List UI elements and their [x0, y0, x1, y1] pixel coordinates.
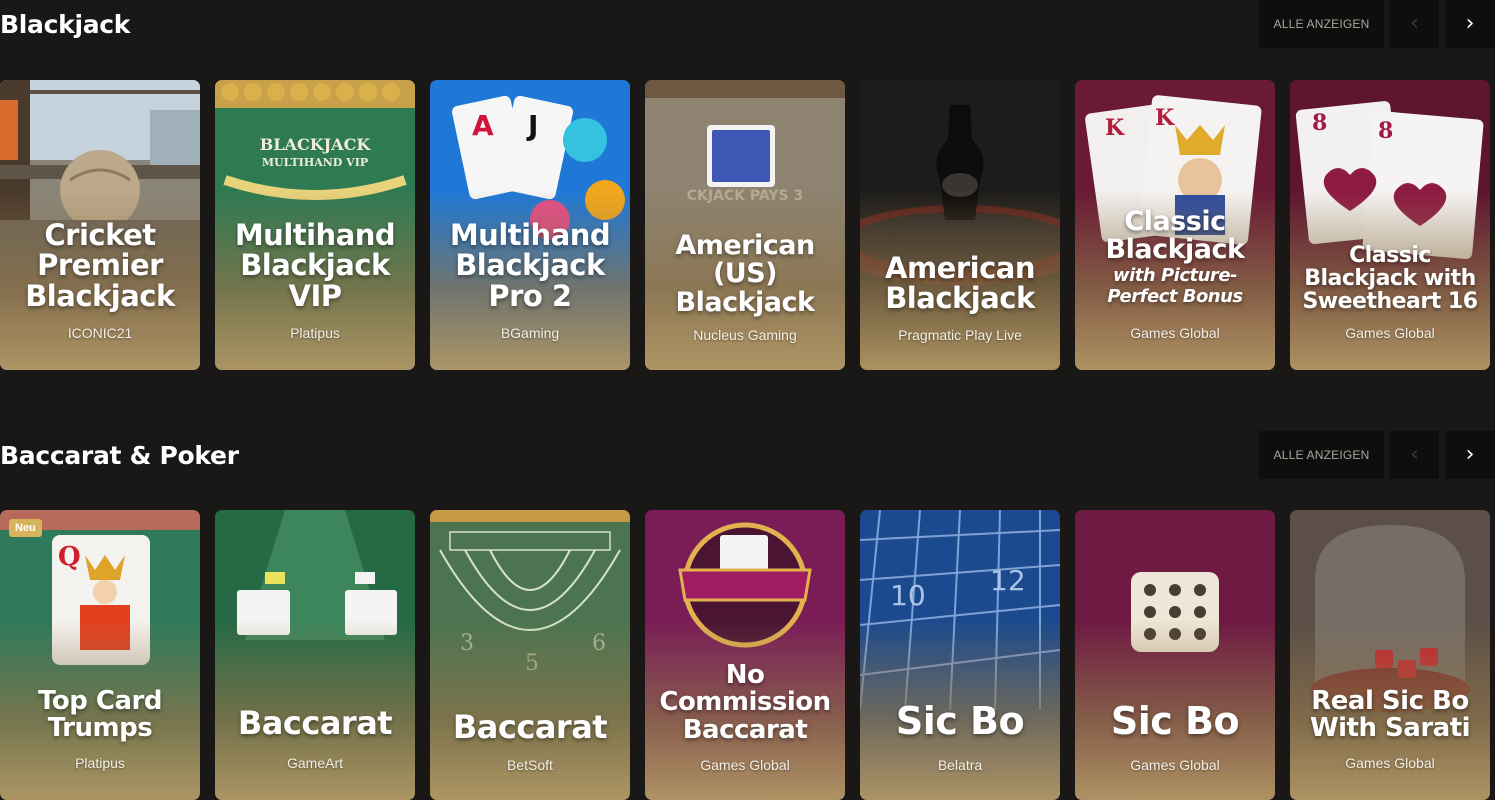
game-card[interactable]: 10 12 Sic Bo Belatra	[860, 510, 1060, 800]
game-card[interactable]: 3 5 6 Baccarat BetSoft	[430, 510, 630, 800]
svg-text:J: J	[526, 109, 538, 142]
section-title: Blackjack	[0, 10, 131, 39]
show-all-button[interactable]: ALLE ANZEIGEN	[1259, 431, 1384, 479]
game-card[interactable]: No Commission Baccarat Games Global	[645, 510, 845, 800]
game-title: American (US) Blackjack	[675, 230, 815, 318]
next-button[interactable]: ›	[1445, 0, 1495, 48]
svg-text:A: A	[472, 109, 494, 142]
game-provider: GameArt	[286, 755, 343, 771]
game-card[interactable]: BLACKJACK MULTIHAND VIP Multihand Blackj…	[215, 80, 415, 370]
game-provider: Games Global	[700, 757, 790, 773]
game-card[interactable]: Q Neu Top Card Trumps Platipus	[0, 510, 200, 800]
game-title: Sic Bo	[1110, 699, 1240, 743]
game-card[interactable]: Cricket Premier Blackjack ICONIC21	[0, 80, 200, 370]
game-title-main: Classic Blackjack	[1105, 206, 1245, 266]
game-title: Multihand Blackjack VIP	[234, 218, 396, 313]
prev-button[interactable]: ‹	[1390, 0, 1439, 48]
game-title: No Commission Baccarat	[659, 660, 831, 745]
game-card[interactable]: CKJACK PAYS 3 American (US) Blackjack Nu…	[645, 80, 845, 370]
svg-text:Q: Q	[58, 542, 81, 572]
svg-text:MULTIHAND VIP: MULTIHAND VIP	[262, 156, 368, 169]
section-baccarat-poker: Baccarat & Poker ALLE ANZEIGEN ‹ › Q Neu	[0, 431, 1495, 800]
game-provider: Nucleus Gaming	[693, 327, 797, 343]
new-badge: Neu	[9, 519, 42, 537]
game-carousel: Cricket Premier Blackjack ICONIC21 BLACK…	[0, 80, 1495, 370]
game-card[interactable]: 8 8 Classic Blackjack with Sweetheart 16…	[1290, 80, 1490, 370]
game-provider: Games Global	[1130, 325, 1220, 341]
svg-text:12: 12	[990, 564, 1026, 597]
chevron-right-icon: ›	[1465, 11, 1475, 36]
game-provider: Platipus	[290, 325, 340, 341]
chevron-left-icon: ‹	[1410, 11, 1419, 36]
game-card[interactable]: Sic Bo Games Global	[1075, 510, 1275, 800]
game-title: Baccarat	[452, 708, 608, 746]
game-title: Multihand Blackjack Pro 2	[449, 218, 611, 313]
next-button[interactable]: ›	[1445, 431, 1495, 479]
game-title: American Blackjack	[885, 251, 1035, 316]
game-card[interactable]: Baccarat GameArt	[215, 510, 415, 800]
svg-text:10: 10	[890, 579, 926, 612]
game-title: Classic Blackjack with Picture-Perfect B…	[1081, 206, 1269, 308]
svg-text:8: 8	[1378, 118, 1393, 144]
game-provider: BGaming	[500, 325, 560, 341]
game-provider: Games Global	[1345, 755, 1435, 771]
game-provider: Belatra	[937, 757, 983, 773]
prev-button[interactable]: ‹	[1390, 431, 1439, 479]
game-provider: Platipus	[75, 755, 125, 771]
game-title: Sic Bo	[895, 699, 1025, 743]
svg-text:8: 8	[1312, 110, 1327, 136]
game-title: Baccarat	[237, 704, 393, 742]
game-card[interactable]: Real Sic Bo With Sarati Games Global	[1290, 510, 1490, 800]
game-title: Real Sic Bo With Sarati	[1309, 686, 1471, 744]
game-title-sub: with Picture-Perfect Bonus	[1107, 264, 1243, 308]
chevron-right-icon: ›	[1465, 442, 1475, 467]
svg-text:K: K	[1105, 115, 1125, 141]
svg-text:BLACKJACK: BLACKJACK	[260, 135, 372, 154]
game-provider: ICONIC21	[67, 325, 133, 341]
game-provider: Pragmatic Play Live	[898, 327, 1022, 343]
section-title: Baccarat & Poker	[0, 441, 239, 470]
svg-text:K: K	[1155, 105, 1175, 131]
game-title: Classic Blackjack with Sweetheart 16	[1302, 243, 1478, 315]
game-carousel: Q Neu Top Card Trumps Platipus Baccarat …	[0, 510, 1495, 800]
game-card[interactable]: A J Multihand Blackjack Pro 2 BGaming	[430, 80, 630, 370]
game-provider: Games Global	[1345, 325, 1435, 341]
show-all-button[interactable]: ALLE ANZEIGEN	[1259, 0, 1384, 48]
chevron-left-icon: ‹	[1410, 442, 1419, 467]
section-blackjack: Blackjack ALLE ANZEIGEN ‹ › Cricket Prem…	[0, 0, 1495, 380]
game-card[interactable]: American Blackjack Pragmatic Play Live	[860, 80, 1060, 370]
game-card[interactable]: K K Classic Blackjack with Picture-Perfe…	[1075, 80, 1275, 370]
game-provider: Games Global	[1130, 757, 1220, 773]
game-title: Top Card Trumps	[38, 686, 162, 744]
game-title: Cricket Premier Blackjack	[25, 218, 175, 313]
game-provider: BetSoft	[507, 757, 553, 773]
